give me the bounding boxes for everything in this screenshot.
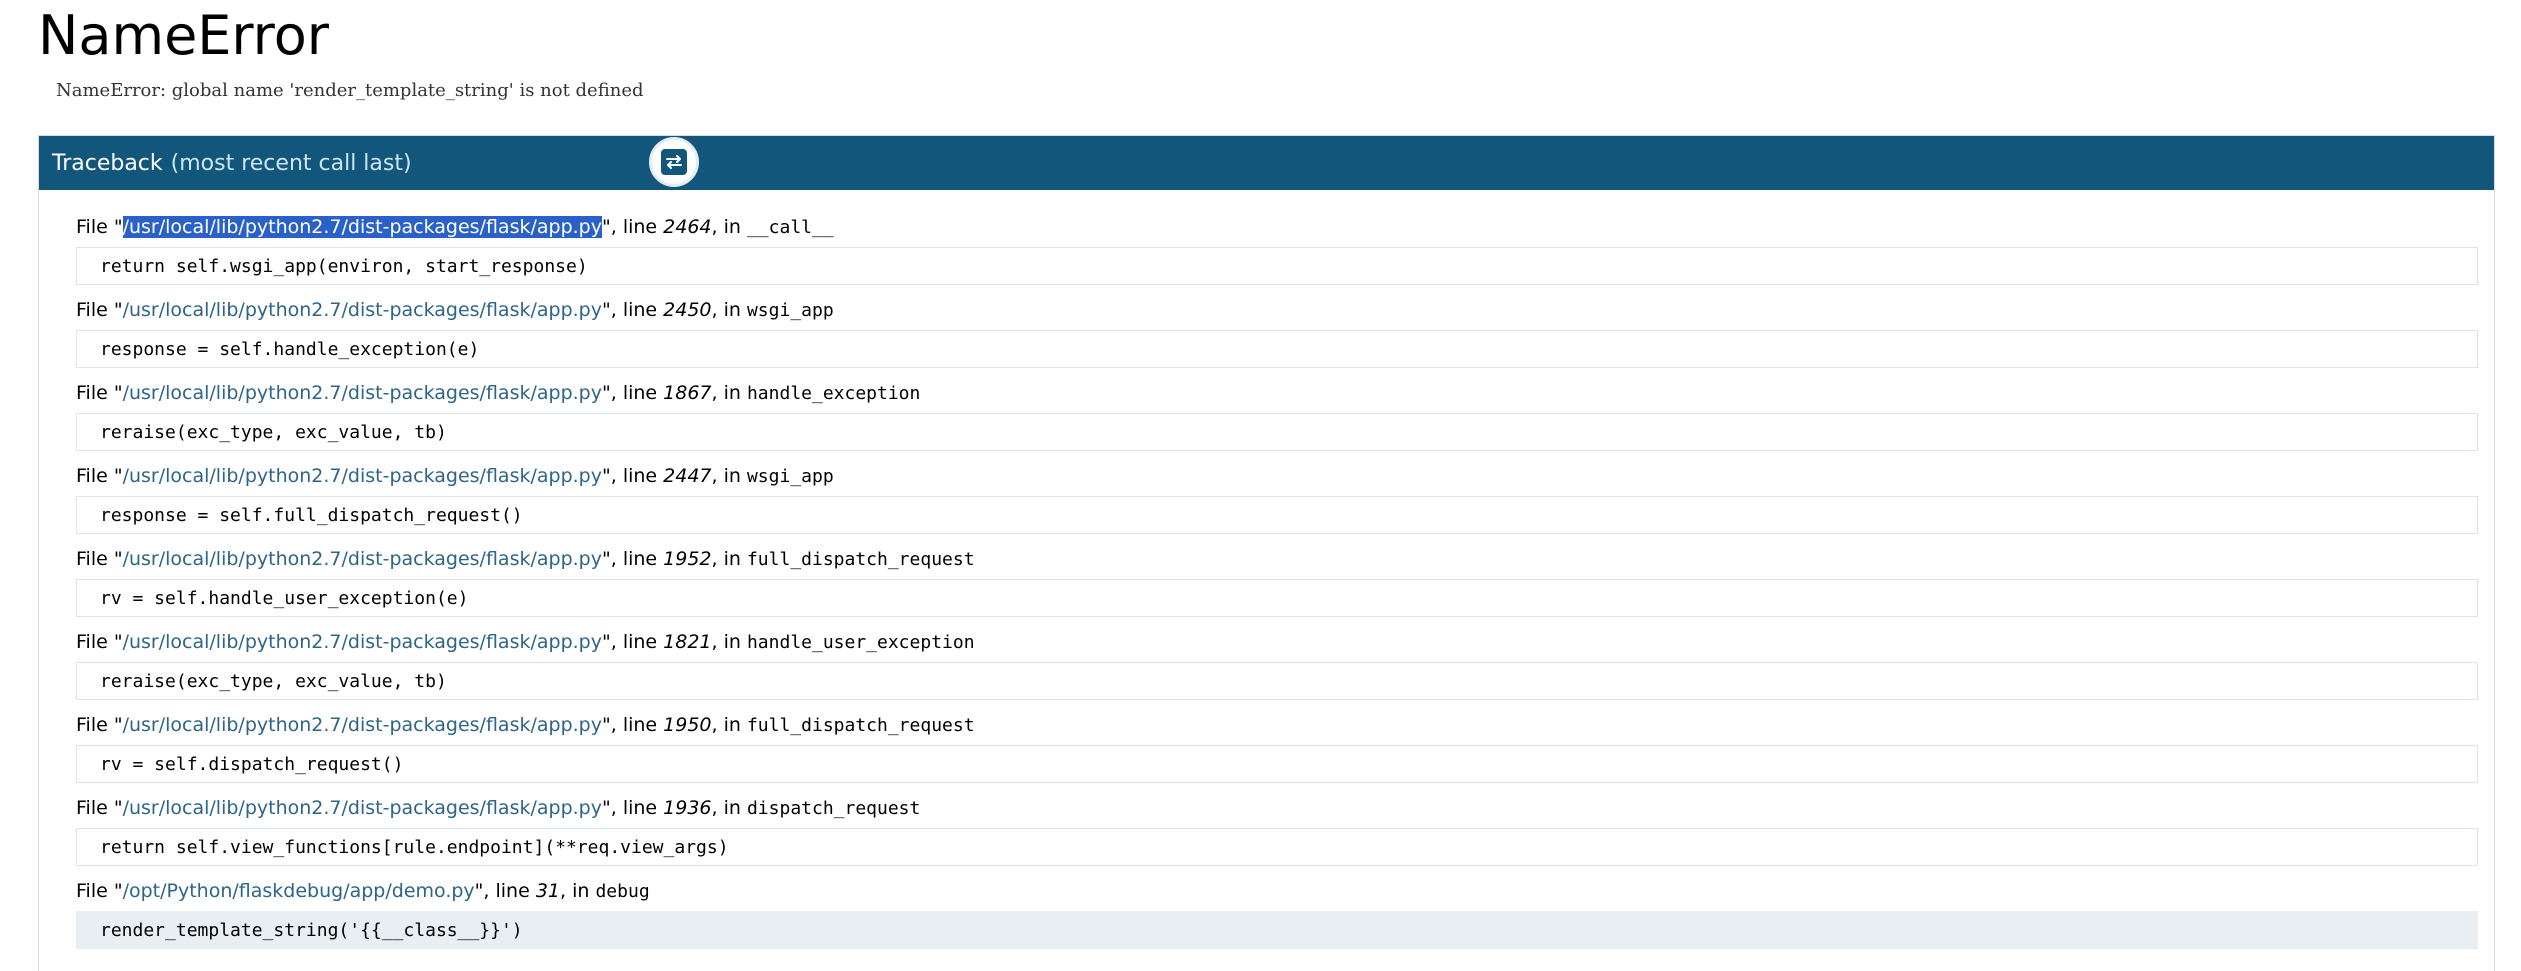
frame-filename[interactable]: /usr/local/lib/python2.7/dist-packages/f…	[123, 299, 602, 321]
frame-location: File "/usr/local/lib/python2.7/dist-pack…	[76, 710, 2478, 740]
frame-prefix: File "	[76, 880, 123, 902]
frame-filename[interactable]: /usr/local/lib/python2.7/dist-packages/f…	[122, 216, 602, 238]
error-page: NameError NameError: global name 'render…	[0, 0, 2521, 971]
frame-prefix: File "	[76, 216, 123, 238]
frame-prefix: File "	[76, 797, 123, 819]
frame-line-number: 1867	[663, 382, 712, 404]
frame-filename[interactable]: /usr/local/lib/python2.7/dist-packages/f…	[123, 382, 602, 404]
swap-arrows-glyph	[661, 149, 687, 175]
traceback-frame: File "/usr/local/lib/python2.7/dist-pack…	[76, 461, 2478, 534]
frame-prefix: File "	[76, 631, 123, 653]
traceback-header: Traceback (most recent call last)	[39, 136, 2494, 190]
frame-location: File "/usr/local/lib/python2.7/dist-pack…	[76, 295, 2478, 325]
frame-prefix: File "	[76, 465, 123, 487]
error-message: NameError: global name 'render_template_…	[56, 80, 644, 101]
frame-function-name: handle_user_exception	[746, 632, 975, 653]
traceback-frame: File "/usr/local/lib/python2.7/dist-pack…	[76, 295, 2478, 368]
frame-source-line[interactable]: return self.view_functions[rule.endpoint…	[76, 828, 2478, 866]
frame-line-label: ", line	[602, 631, 664, 653]
frame-line-label: ", line	[602, 299, 664, 321]
frame-in-label: , in	[711, 465, 747, 487]
traceback-title: Traceback	[52, 150, 163, 176]
frame-in-label: , in	[711, 714, 747, 736]
frame-function-name: full_dispatch_request	[746, 715, 975, 736]
frame-location: File "/usr/local/lib/python2.7/dist-pack…	[76, 212, 2478, 242]
frame-line-number: 2450	[663, 299, 712, 321]
traceback-frame: File "/usr/local/lib/python2.7/dist-pack…	[76, 378, 2478, 451]
frame-in-label: , in	[711, 797, 747, 819]
frame-location: File "/usr/local/lib/python2.7/dist-pack…	[76, 461, 2478, 491]
frame-function-name: wsgi_app	[746, 300, 834, 321]
traceback-frame: File "/usr/local/lib/python2.7/dist-pack…	[76, 710, 2478, 783]
frame-source-line[interactable]: response = self.full_dispatch_request()	[76, 496, 2478, 534]
traceback-subtitle: (most recent call last)	[170, 150, 412, 176]
frame-in-label: , in	[711, 631, 747, 653]
frame-line-number: 2464	[663, 216, 712, 238]
frame-location: File "/usr/local/lib/python2.7/dist-pack…	[76, 378, 2478, 408]
frame-location: File "/opt/Python/flaskdebug/app/demo.py…	[76, 876, 2478, 906]
frame-prefix: File "	[76, 299, 123, 321]
frame-function-name: full_dispatch_request	[746, 549, 975, 570]
traceback-frame: File "/usr/local/lib/python2.7/dist-pack…	[76, 212, 2478, 285]
frame-function-name: handle_exception	[746, 383, 921, 404]
frame-source-line[interactable]: rv = self.handle_user_exception(e)	[76, 579, 2478, 617]
frame-function-name: __call__	[746, 217, 834, 238]
frame-in-label: , in	[711, 299, 747, 321]
traceback-frame: File "/opt/Python/flaskdebug/app/demo.py…	[76, 876, 2478, 949]
frame-line-label: ", line	[602, 548, 664, 570]
frame-filename[interactable]: /usr/local/lib/python2.7/dist-packages/f…	[123, 548, 602, 570]
frame-line-label: ", line	[602, 797, 664, 819]
frame-location: File "/usr/local/lib/python2.7/dist-pack…	[76, 544, 2478, 574]
frame-source-line[interactable]: render_template_string('{{__class__}}')	[76, 911, 2478, 949]
frame-line-label: ", line	[602, 382, 664, 404]
frame-in-label: , in	[711, 382, 747, 404]
frame-prefix: File "	[76, 548, 123, 570]
frame-line-label: ", line	[602, 714, 664, 736]
frame-source-line[interactable]: reraise(exc_type, exc_value, tb)	[76, 662, 2478, 700]
frame-line-label: ", line	[474, 880, 536, 902]
frame-line-number: 1952	[663, 548, 712, 570]
frame-line-label: ", line	[602, 465, 664, 487]
frame-line-number: 2447	[663, 465, 712, 487]
traceback-frames: File "/usr/local/lib/python2.7/dist-pack…	[39, 190, 2494, 949]
swap-arrows-icon[interactable]	[649, 137, 699, 187]
frame-filename[interactable]: /usr/local/lib/python2.7/dist-packages/f…	[123, 714, 602, 736]
frame-filename[interactable]: /opt/Python/flaskdebug/app/demo.py	[123, 880, 475, 902]
frame-line-number: 1936	[663, 797, 712, 819]
traceback-frame: File "/usr/local/lib/python2.7/dist-pack…	[76, 544, 2478, 617]
frame-source-line[interactable]: rv = self.dispatch_request()	[76, 745, 2478, 783]
frame-line-number: 1821	[663, 631, 712, 653]
frame-line-label: ", line	[602, 216, 664, 238]
frame-filename[interactable]: /usr/local/lib/python2.7/dist-packages/f…	[123, 631, 602, 653]
frame-in-label: , in	[711, 548, 747, 570]
frame-source-line[interactable]: return self.wsgi_app(environ, start_resp…	[76, 247, 2478, 285]
frame-prefix: File "	[76, 382, 123, 404]
error-title: NameError	[38, 4, 329, 67]
frame-line-number: 31	[535, 880, 561, 902]
traceback-panel: Traceback (most recent call last) File "…	[38, 135, 2495, 971]
traceback-frame: File "/usr/local/lib/python2.7/dist-pack…	[76, 793, 2478, 866]
frame-in-label: , in	[560, 880, 596, 902]
frame-line-number: 1950	[663, 714, 712, 736]
frame-function-name: wsgi_app	[746, 466, 834, 487]
frame-prefix: File "	[76, 714, 123, 736]
frame-function-name: debug	[595, 881, 650, 902]
frame-source-line[interactable]: reraise(exc_type, exc_value, tb)	[76, 413, 2478, 451]
traceback-frame: File "/usr/local/lib/python2.7/dist-pack…	[76, 627, 2478, 700]
frame-source-line[interactable]: response = self.handle_exception(e)	[76, 330, 2478, 368]
frame-in-label: , in	[711, 216, 747, 238]
frame-location: File "/usr/local/lib/python2.7/dist-pack…	[76, 627, 2478, 657]
frame-function-name: dispatch_request	[746, 798, 921, 819]
frame-filename[interactable]: /usr/local/lib/python2.7/dist-packages/f…	[123, 797, 602, 819]
frame-filename[interactable]: /usr/local/lib/python2.7/dist-packages/f…	[123, 465, 602, 487]
frame-location: File "/usr/local/lib/python2.7/dist-pack…	[76, 793, 2478, 823]
